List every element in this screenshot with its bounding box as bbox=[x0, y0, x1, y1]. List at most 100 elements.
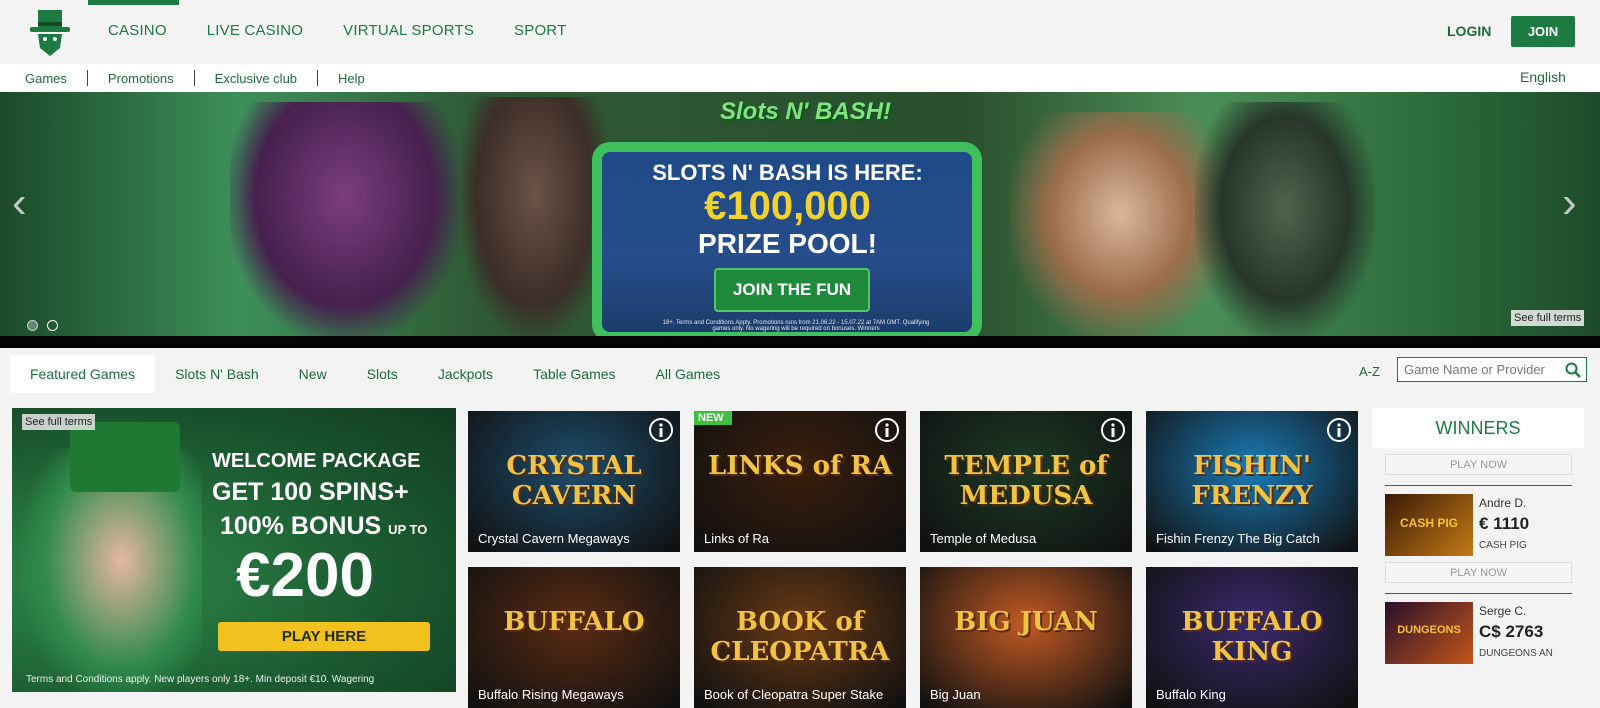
banner-subheadline: PRIZE POOL! bbox=[698, 228, 877, 259]
game-logo-text: LINKS of RA bbox=[708, 451, 892, 481]
winners-title: WINNERS bbox=[1372, 408, 1584, 448]
join-the-fun-button[interactable]: JOIN THE FUN bbox=[714, 268, 870, 312]
winner-thumb-label: CASH PIG bbox=[1399, 516, 1458, 530]
banner-prev-arrow-icon[interactable]: ‹ bbox=[12, 178, 27, 228]
game-tile[interactable]: FISHIN' FRENZY Fishin Frenzy The Big Catc… bbox=[1146, 411, 1358, 552]
info-icon[interactable] bbox=[1100, 417, 1126, 443]
game-title: Crystal Cavern Megaways bbox=[478, 531, 630, 547]
game-tile[interactable]: BOOK of CLEOPATRA Book of Cleopatra Super… bbox=[694, 567, 906, 708]
banner-prize: €100,000 bbox=[704, 184, 871, 228]
welcome-fine-print: Terms and Conditions apply. New players … bbox=[26, 674, 375, 685]
game-tile[interactable]: TEMPLE of MEDUSA Temple of Medusa bbox=[920, 411, 1132, 552]
winner-amount: € 1110 bbox=[1479, 514, 1530, 533]
game-logo-text: TEMPLE of MEDUSA bbox=[944, 451, 1108, 511]
divider bbox=[86, 70, 88, 86]
game-tile[interactable]: BUFFALO KING Buffalo King bbox=[1146, 567, 1358, 708]
tab-new[interactable]: New bbox=[279, 355, 347, 393]
tab-featured-games[interactable]: Featured Games bbox=[10, 355, 156, 393]
divider bbox=[1385, 593, 1572, 594]
search-input[interactable] bbox=[1398, 358, 1558, 380]
banner-terms-link[interactable]: See full terms bbox=[1511, 310, 1585, 326]
winner-amount: C$ 2763 bbox=[1479, 622, 1544, 641]
play-here-button[interactable]: PLAY HERE bbox=[218, 622, 430, 651]
game-title: Big Juan bbox=[930, 687, 981, 703]
game-tile[interactable]: BIG JUAN Big Juan bbox=[920, 567, 1132, 708]
game-tile[interactable]: LINKS of RA NEW Links of Ra bbox=[694, 411, 906, 552]
play-now-button[interactable]: PLAY NOW bbox=[1385, 454, 1572, 475]
tab-slots[interactable]: Slots bbox=[347, 355, 418, 393]
welcome-terms-link[interactable]: See full terms bbox=[22, 414, 96, 430]
game-tile[interactable]: CRYSTAL CAVERN Crystal Cavern Megaways bbox=[468, 411, 680, 552]
winner-entry[interactable]: DUNGEONS Serge C. C$ 2763 DUNGEONS AN bbox=[1385, 602, 1584, 664]
info-icon[interactable] bbox=[648, 417, 674, 443]
game-logo-text: BUFFALO bbox=[503, 607, 645, 637]
banner-character-leprechaun bbox=[1195, 102, 1375, 338]
winner-game-name: DUNGEONS AN bbox=[1479, 648, 1553, 659]
info-icon[interactable] bbox=[1326, 417, 1352, 443]
game-title: Buffalo King bbox=[1156, 687, 1226, 703]
banner-next-arrow-icon[interactable]: › bbox=[1562, 178, 1577, 228]
login-button[interactable]: LOGIN bbox=[1447, 23, 1491, 39]
welcome-amount: €200 bbox=[236, 541, 374, 610]
winners-panel: WINNERS PLAY NOW CASH PIG Andre D. € 111… bbox=[1372, 408, 1584, 692]
winner-name: Andre D. bbox=[1479, 496, 1527, 510]
banner-fine-print: 18+. Terms and Conditions Apply. Promoti… bbox=[662, 320, 930, 332]
winner-game-thumbnail[interactable]: CASH PIG bbox=[1385, 494, 1473, 556]
subnav-promotions[interactable]: Promotions bbox=[108, 71, 174, 86]
language-selector[interactable]: English bbox=[1520, 69, 1566, 85]
tab-slots-n-bash[interactable]: Slots N' Bash bbox=[155, 355, 279, 393]
game-search-box bbox=[1397, 357, 1587, 382]
az-sort-link[interactable]: A-Z bbox=[1359, 364, 1380, 379]
banner-character-wizard bbox=[460, 97, 610, 337]
carousel-dot-active[interactable] bbox=[47, 320, 58, 331]
active-nav-indicator bbox=[88, 0, 179, 5]
subnav-exclusive-club[interactable]: Exclusive club bbox=[215, 71, 297, 86]
main-nav: CASINO LIVE CASINO VIRTUAL SPORTS SPORT bbox=[108, 22, 606, 39]
green-hat bbox=[70, 422, 180, 492]
subnav-help[interactable]: Help bbox=[338, 71, 365, 86]
game-logo-text: BIG JUAN bbox=[954, 607, 1098, 637]
game-title: Buffalo Rising Megaways bbox=[478, 687, 624, 703]
game-title: Fishin Frenzy The Big Catch bbox=[1156, 531, 1320, 547]
welcome-spins: GET 100 SPINS+ bbox=[212, 478, 409, 506]
winner-game-thumbnail[interactable]: DUNGEONS bbox=[1385, 602, 1473, 664]
game-logo-text: BOOK of CLEOPATRA bbox=[710, 607, 890, 667]
join-button[interactable]: JOIN bbox=[1511, 16, 1575, 47]
leprechaun-hat-logo[interactable] bbox=[30, 8, 70, 58]
slots-n-bash-logo: Slots N' BASH! bbox=[720, 98, 892, 125]
game-category-bar: Featured Games Slots N' Bash New Slots J… bbox=[0, 348, 1600, 393]
welcome-upto: UP TO bbox=[388, 522, 428, 537]
search-icon[interactable] bbox=[1564, 361, 1582, 379]
banner-headline: SLOTS N' BASH IS HERE: bbox=[652, 160, 923, 185]
nav-live-casino[interactable]: LIVE CASINO bbox=[207, 22, 303, 39]
play-now-button[interactable]: PLAY NOW bbox=[1385, 562, 1572, 583]
promo-banner[interactable]: Slots N' BASH! SLOTS N' BASH IS HERE: €1… bbox=[0, 92, 1600, 348]
winner-thumb-label: DUNGEONS bbox=[1397, 624, 1461, 636]
welcome-bonus: 100% BONUS UP TO bbox=[220, 512, 427, 541]
welcome-bonus-text: 100% BONUS bbox=[220, 512, 382, 540]
tab-all-games[interactable]: All Games bbox=[636, 355, 741, 393]
divider bbox=[1385, 485, 1572, 486]
welcome-package-tile[interactable]: See full terms WELCOME PACKAGE GET 100 S… bbox=[12, 408, 456, 692]
game-logo-text: FISHIN' FRENZY bbox=[1191, 451, 1313, 511]
tab-jackpots[interactable]: Jackpots bbox=[418, 355, 513, 393]
nav-virtual-sports[interactable]: VIRTUAL SPORTS bbox=[343, 22, 474, 39]
game-logo-text: BUFFALO KING bbox=[1181, 607, 1323, 667]
nav-casino[interactable]: CASINO bbox=[108, 22, 167, 39]
welcome-title: WELCOME PACKAGE bbox=[212, 450, 421, 472]
tab-table-games[interactable]: Table Games bbox=[513, 355, 635, 393]
nav-sport[interactable]: SPORT bbox=[514, 22, 566, 39]
divider bbox=[193, 70, 195, 86]
banner-character-warrior bbox=[230, 102, 460, 338]
game-title: Book of Cleopatra Super Stake bbox=[704, 687, 884, 703]
game-title: Links of Ra bbox=[704, 531, 770, 547]
subnav-games[interactable]: Games bbox=[25, 71, 67, 86]
winner-entry[interactable]: CASH PIG Andre D. € 1110 CASH PIG bbox=[1385, 494, 1584, 556]
winner-name: Serge C. bbox=[1479, 604, 1527, 618]
game-tile[interactable]: BUFFALO Buffalo Rising Megaways bbox=[468, 567, 680, 708]
sub-nav: Games Promotions Exclusive club Help Eng… bbox=[0, 64, 1600, 92]
info-icon[interactable] bbox=[874, 417, 900, 443]
carousel-dot[interactable] bbox=[27, 320, 38, 331]
divider bbox=[317, 70, 319, 86]
game-logo-text: CRYSTAL CAVERN bbox=[506, 451, 642, 511]
